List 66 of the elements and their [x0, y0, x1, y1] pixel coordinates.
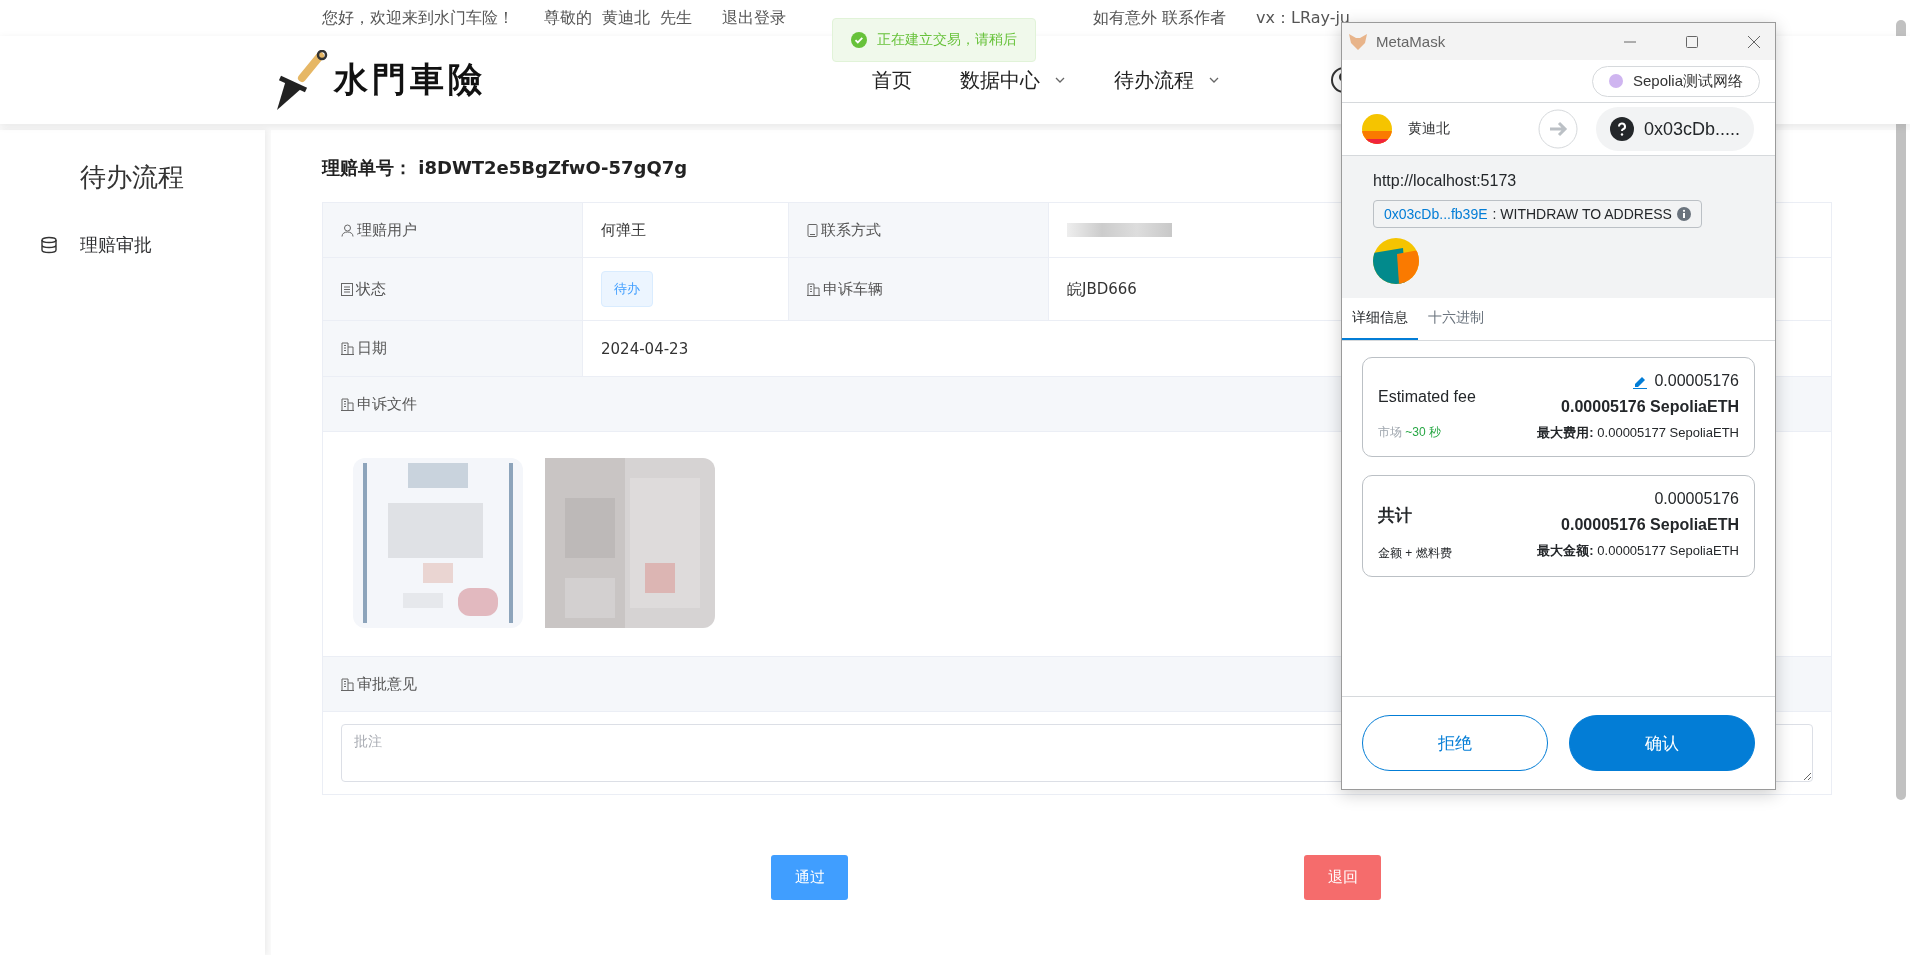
table-cell: 2024-04-23: [601, 339, 689, 358]
origin-url: http://localhost:5173: [1373, 172, 1518, 190]
account-avatar-icon: [1362, 114, 1392, 144]
tab[interactable]: 详细信息: [1342, 298, 1418, 340]
reject-button[interactable]: 拒绝: [1362, 715, 1548, 771]
fee-eth: 0.00005176 SepoliaETH: [1561, 398, 1739, 416]
sidebar-item[interactable]: 理赔审批: [80, 233, 152, 257]
label-text: 日期: [357, 339, 387, 358]
scrollbar[interactable]: [1896, 20, 1906, 800]
table-cell: 皖JBD666: [1067, 279, 1137, 299]
honorific-text: 先生: [660, 7, 692, 29]
total-sub: 金额 + 燃料费: [1378, 545, 1452, 562]
total-amount: 0.00005176: [1654, 490, 1739, 508]
user-name: 黄迪北: [602, 7, 650, 29]
wechat-text: vx：LRay-ju: [1256, 7, 1350, 29]
recipient-pill[interactable]: 0x03cDb.....: [1596, 107, 1755, 151]
window-title: MetaMask: [1376, 33, 1446, 50]
office-icon: [341, 677, 354, 691]
nav-link[interactable]: 数据中心: [960, 66, 1066, 94]
nav-link[interactable]: 首页: [872, 66, 912, 94]
label-text: 申诉文件: [357, 394, 417, 414]
question-icon: [1610, 117, 1634, 141]
max-value: 0.00005177 SepoliaETH: [1597, 543, 1739, 558]
greeting-text: 您好，欢迎来到水门车险！: [322, 7, 514, 29]
maximize-icon[interactable]: [1685, 34, 1699, 49]
tab[interactable]: 十六进制: [1418, 298, 1494, 340]
office-icon: [807, 282, 820, 296]
logo-text: 水門車險: [334, 58, 486, 101]
total-eth: 0.00005176 SepoliaETH: [1561, 516, 1739, 534]
fee-amount: 0.00005176: [1654, 372, 1739, 390]
toast-message: 正在建立交易，请稍后: [832, 18, 1036, 62]
close-icon[interactable]: [1747, 34, 1761, 49]
salutation-text: 尊敬的: [544, 7, 592, 29]
label-text: 状态: [356, 279, 386, 299]
contract-avatar-icon: [1373, 238, 1419, 284]
document-icon: [341, 282, 353, 296]
database-icon: [40, 236, 58, 254]
table-cell-text: 何弹王: [600, 219, 647, 241]
max-label: 最大金额:: [1537, 543, 1594, 558]
claim-number: 理赔单号： i8DWT2e5BgZfwO-57gQ7g: [322, 156, 689, 180]
info-icon: [1676, 207, 1691, 221]
user-icon: [341, 223, 354, 237]
logout-link[interactable]: 退出登录: [722, 7, 786, 29]
contact-text: 如有意外 联系作者: [1092, 7, 1227, 29]
office-icon: [341, 397, 354, 411]
max-value: 0.00005177 SepoliaETH: [1597, 425, 1739, 440]
label-text: 联系方式: [821, 220, 881, 240]
fox-icon: [1348, 32, 1368, 51]
status-tag: 待办: [601, 271, 653, 307]
max-label: 最大费用:: [1537, 425, 1594, 440]
label-text: 理赔用户: [357, 220, 417, 240]
contract-link[interactable]: 0x03cDb...fb39E: [1384, 206, 1488, 222]
label-text: 审批意见: [357, 674, 417, 694]
phone-icon: [807, 223, 818, 237]
office-icon: [341, 342, 354, 355]
fee-label: Estimated fee: [1378, 387, 1476, 406]
account-name: 黄迪北: [1408, 120, 1451, 138]
total-label: 共计: [1378, 505, 1413, 527]
method-text: : WITHDRAW TO ADDRESS: [1492, 206, 1672, 222]
label-text: 申诉车辆: [823, 279, 883, 299]
sidebar-title: 待办流程: [79, 161, 185, 194]
time-text: ~30 秒: [1405, 424, 1442, 439]
success-icon: [851, 32, 867, 48]
speed-text: 市场: [1378, 424, 1402, 439]
confirm-button[interactable]: 确认: [1569, 715, 1755, 771]
nav-link[interactable]: 待办流程: [1114, 66, 1220, 94]
